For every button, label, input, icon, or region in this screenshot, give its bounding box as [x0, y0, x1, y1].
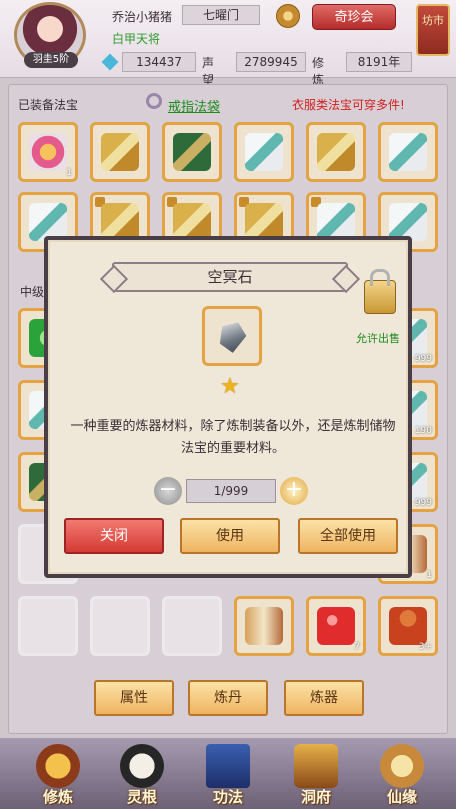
- equip-slot[interactable]: [234, 122, 294, 182]
- item-preview: [202, 306, 262, 366]
- gourd-icon: [389, 607, 427, 645]
- nav-cave-label: 洞府: [300, 788, 331, 806]
- equipped-label: 已装备法宝: [18, 98, 79, 112]
- treasure-auction-button[interactable]: 奇珍会: [312, 4, 396, 30]
- close-button[interactable]: 关闭: [64, 518, 164, 554]
- equip-slot[interactable]: [162, 122, 222, 182]
- avatar-rank-badge: 羽圭5阶: [24, 52, 78, 68]
- quantity-decrease-button[interactable]: −: [154, 477, 182, 505]
- quantity-increase-button[interactable]: +: [280, 477, 308, 505]
- middle-section-label: 中级: [20, 285, 45, 299]
- item-count: 999: [414, 354, 432, 364]
- attributes-button[interactable]: 属性: [94, 680, 174, 716]
- gem-count: 134437: [122, 52, 196, 72]
- inventory-slot[interactable]: [234, 596, 294, 656]
- book-icon: [206, 744, 250, 788]
- player-name: 乔治小猪猪: [112, 10, 173, 24]
- inventory-slot[interactable]: [90, 596, 150, 656]
- gem-icon: [101, 53, 119, 71]
- fame-label: 声望: [202, 56, 215, 87]
- cultivate-icon: [36, 744, 80, 788]
- ring-bag-link[interactable]: 戒指法袋: [168, 96, 220, 115]
- nav-skills-label: 功法: [212, 788, 243, 806]
- pavilion-icon: [294, 744, 338, 788]
- robe-icon: [173, 133, 211, 171]
- robe-icon: [317, 133, 355, 171]
- use-all-button[interactable]: 全部使用: [298, 518, 398, 554]
- item-count: 190: [414, 426, 432, 436]
- nav-spirit-root[interactable]: 灵根: [114, 744, 170, 806]
- item-description: 一种重要的炼器材料，除了炼制装备以外，还是炼制储物法宝的重要材料。: [70, 419, 396, 456]
- bottom-nav: 修炼 灵根 功法 洞府 仙缘: [0, 738, 456, 809]
- inventory-slot[interactable]: [162, 596, 222, 656]
- nav-spirit-label: 灵根: [126, 788, 157, 806]
- robe-icon: [389, 133, 427, 171]
- red-pearl-icon: [317, 607, 355, 645]
- ring-icon: [146, 93, 162, 109]
- equip-slot[interactable]: [90, 122, 150, 182]
- item-count: 999: [414, 498, 432, 508]
- nav-skills[interactable]: 功法: [200, 744, 256, 806]
- player-title: 白甲天将: [112, 32, 161, 46]
- quantity-field[interactable]: 1/999: [186, 479, 276, 503]
- alchemy-button[interactable]: 炼丹: [188, 680, 268, 716]
- sect-name: 七曜门: [182, 5, 260, 25]
- dialog-title: 空冥石: [112, 262, 348, 292]
- nav-cultivate[interactable]: 修炼: [30, 744, 86, 806]
- market-button[interactable]: 坊市: [416, 4, 450, 56]
- fame-value: 2789945: [236, 52, 306, 72]
- immortal-icon: [380, 744, 424, 788]
- allow-sell-label: 允许出售: [356, 332, 400, 345]
- inventory-slot[interactable]: [18, 596, 78, 656]
- cultivation-value: 8191年: [346, 52, 412, 72]
- unlock-icon[interactable]: [364, 269, 396, 314]
- use-button[interactable]: 使用: [180, 518, 280, 554]
- equip-slot[interactable]: [378, 122, 438, 182]
- nav-immortal[interactable]: 仙缘: [374, 744, 430, 806]
- gear-icon[interactable]: [276, 4, 300, 28]
- equip-slot[interactable]: [306, 122, 366, 182]
- void-stone-icon: [214, 317, 250, 355]
- scroll-icon: [245, 607, 283, 645]
- equip-notice: 衣服类法宝可穿多件!: [292, 98, 405, 112]
- item-count: 1: [426, 570, 432, 580]
- equip-slot[interactable]: 1: [18, 122, 78, 182]
- forge-button[interactable]: 炼器: [284, 680, 364, 716]
- yin-yang-icon: [120, 744, 164, 788]
- star-icon: ★: [220, 374, 240, 399]
- item-detail-dialog: 空冥石 允许出售 ★ 一种重要的炼器材料，除了炼制装备以外，还是炼制储物法宝的重…: [44, 236, 412, 578]
- nav-cultivate-label: 修炼: [42, 788, 73, 806]
- nav-cave[interactable]: 洞府: [288, 744, 344, 806]
- inventory-slot[interactable]: 3+: [378, 596, 438, 656]
- inventory-slot[interactable]: 7: [306, 596, 366, 656]
- top-bar: 羽圭5阶 乔治小猪猪 七曜门 奇珍会 坊市 白甲天将 134437 声望 278…: [0, 0, 456, 87]
- ring-item-icon: [29, 133, 67, 171]
- item-count: 3+: [418, 642, 432, 652]
- robe-icon: [101, 133, 139, 171]
- market-label: 坊市: [422, 14, 444, 27]
- item-count: 1: [66, 168, 72, 178]
- robe-icon: [245, 133, 283, 171]
- item-count: 7: [354, 642, 360, 652]
- cultivation-label: 修炼: [312, 56, 325, 87]
- nav-immortal-label: 仙缘: [386, 788, 417, 806]
